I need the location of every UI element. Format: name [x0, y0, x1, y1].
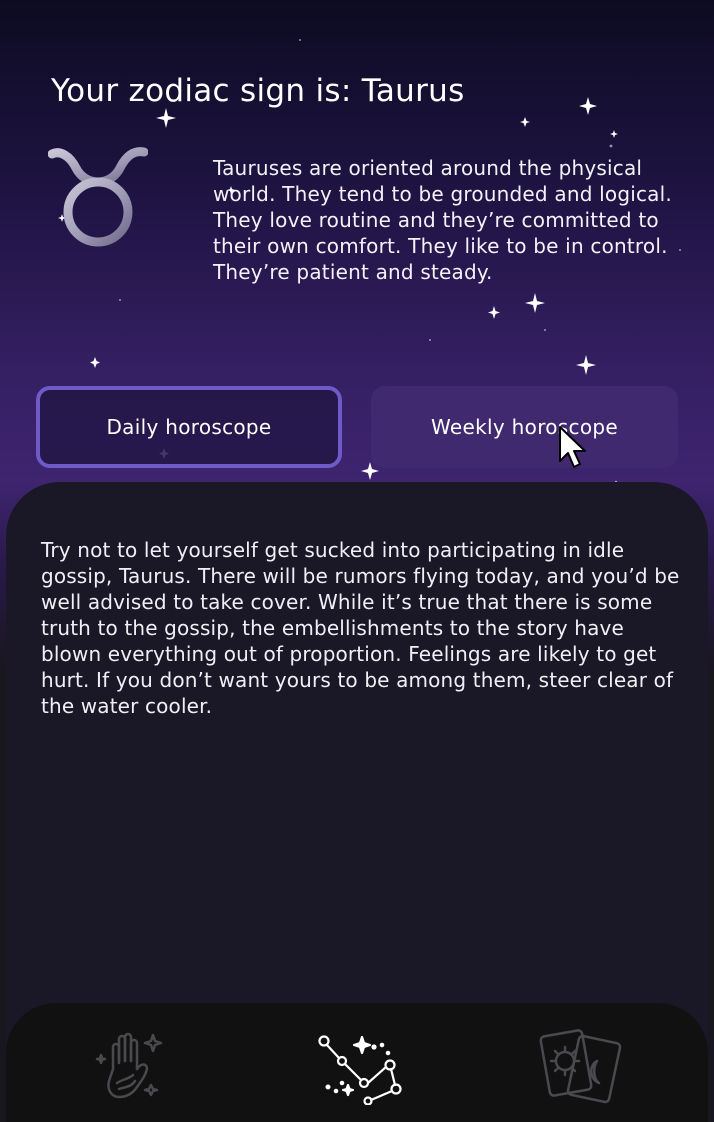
taurus-symbol-icon [47, 146, 149, 250]
constellation-icon [318, 1035, 402, 1105]
horoscope-text: Try not to let yourself get sucked into … [41, 538, 680, 718]
nav-palmistry[interactable] [83, 1020, 183, 1110]
page-title: Your zodiac sign is: Taurus [51, 72, 465, 109]
sign-description: Tauruses are oriented around the physica… [213, 156, 672, 284]
palmistry-hand-icon [95, 1032, 163, 1099]
nav-tarot[interactable] [530, 1020, 630, 1110]
daily-horoscope-button[interactable]: Daily horoscope [36, 386, 342, 468]
tarot-cards-icon [539, 1029, 622, 1104]
nav-horoscope[interactable] [306, 1020, 406, 1110]
weekly-horoscope-button[interactable]: Weekly horoscope [371, 386, 678, 468]
horoscope-screen: Your zodiac sign is: Taurus Tauruses are… [0, 0, 714, 1122]
